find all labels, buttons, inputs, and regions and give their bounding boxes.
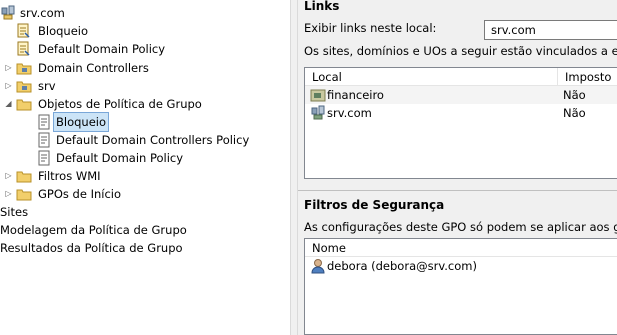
tree-node-gpo-bloqueio[interactable]: Bloqueio [34,112,154,132]
tree-label: Sites [0,205,29,219]
tree-node-domain[interactable]: srv.com [0,4,200,22]
gpo-icon [36,150,52,166]
tree-label: Domain Controllers [38,61,149,75]
tree-label: srv.com [20,6,65,20]
gpo-link-icon [16,41,32,57]
tree-node-gpo-ddcp[interactable]: Default Domain Controllers Policy [34,131,264,149]
location-value: srv.com [491,23,536,37]
tree-node-gpo-link-bloqueio[interactable]: Bloqueio [16,22,216,40]
links-list[interactable]: Local Imposto financeiro Não srv.com Não [304,67,617,179]
tree-node-gpo-link-ddp[interactable]: Default Domain Policy [16,40,216,58]
details-pane: Links Exibir links neste local: srv.com … [298,0,617,335]
link-local: srv.com [327,106,372,120]
tree-node-ou-domain-controllers[interactable]: ▷ Domain Controllers [0,59,220,77]
expand-icon[interactable]: ▷ [4,185,13,203]
column-header-imposto[interactable]: Imposto [558,68,617,86]
tree-node-gp-modeling[interactable]: Modelagem da Política de Grupo [0,221,240,239]
links-row[interactable]: srv.com Não [305,104,617,122]
tree-label: Default Domain Policy [38,42,166,56]
domain-icon [0,5,16,21]
security-heading: Filtros de Segurança [304,198,445,212]
tree-label: Resultados da Política de Grupo [0,241,183,255]
collapse-icon[interactable]: ◢ [4,95,13,113]
ou-folder-icon [16,78,32,94]
user-icon [310,258,326,274]
expand-icon[interactable]: ▷ [4,59,13,77]
tree-node-starter-gpos[interactable]: ▷ GPOs de Início [0,185,170,203]
column-header-nome[interactable]: Nome [305,239,617,257]
folder-icon [16,186,32,202]
tree-label: srv [38,79,56,93]
console-tree[interactable]: srv.com Bloqueio Default Domain Policy ▷… [0,0,290,335]
tree-label: Objetos de Política de Grupo [38,97,202,111]
pane-splitter[interactable] [290,0,298,335]
folder-icon [16,168,32,184]
security-info: As configurações deste GPO só podem se a… [304,220,617,234]
security-row[interactable]: debora (debora@srv.com) [305,257,617,275]
security-list[interactable]: Nome debora (debora@srv.com) [304,238,617,335]
tree-node-gpo-container[interactable]: ◢ Objetos de Política de Grupo [0,95,240,113]
location-label: Exibir links neste local: [304,21,437,35]
expand-icon[interactable]: ▷ [4,167,13,185]
link-imposto: Não [563,106,586,120]
tree-label-selected: Bloqueio [52,112,110,132]
gpo-icon [36,114,52,130]
tree-label: GPOs de Início [38,187,122,201]
tree-node-gpo-ddp[interactable]: Default Domain Policy [34,149,234,167]
section-divider [298,190,617,191]
tree-node-gp-results[interactable]: Resultados da Política de Grupo [0,239,240,257]
expand-icon[interactable]: ▷ [4,77,13,95]
links-heading: Links [304,0,340,13]
tree-label: Bloqueio [38,24,89,38]
domain-icon [310,105,326,121]
gpo-link-icon [16,23,32,39]
location-dropdown[interactable]: srv.com [484,20,617,40]
link-imposto: Não [563,88,586,102]
links-row[interactable]: financeiro Não [305,86,617,104]
tree-label: Filtros WMI [38,169,101,183]
tree-node-wmi-filters[interactable]: ▷ Filtros WMI [0,167,160,185]
tree-label: Default Domain Policy [56,151,184,165]
column-header-local[interactable]: Local [305,68,557,86]
tree-label: Modelagem da Política de Grupo [0,223,187,237]
links-info: Os sites, domínios e UOs a seguir estão … [304,44,617,58]
gpo-icon [36,132,52,148]
ou-icon [310,87,326,103]
ou-folder-icon [16,60,32,76]
tree-label: Default Domain Controllers Policy [56,133,250,147]
tree-node-ou-srv[interactable]: ▷ srv [0,77,120,95]
link-local: financeiro [327,88,384,102]
security-principal: debora (debora@srv.com) [327,259,477,273]
tree-node-sites[interactable]: Sites [0,203,100,221]
folder-icon [16,96,32,112]
